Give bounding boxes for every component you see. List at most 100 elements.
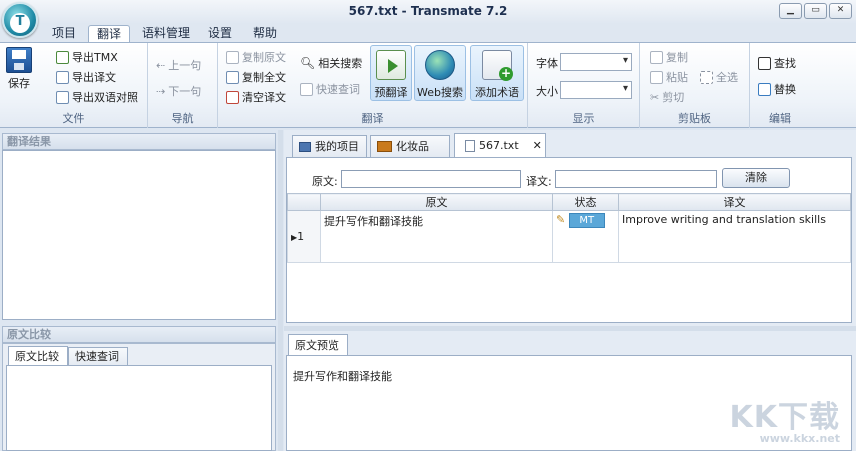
vertical-splitter[interactable]: [278, 130, 283, 451]
group-label-translate: 翻译: [361, 112, 384, 125]
document-icon: [465, 139, 475, 152]
window-title: 567.txt - Transmate 7.2: [348, 4, 508, 18]
table-row[interactable]: ▶1 提升写作和翻译技能 ✎ MT Improve writing and tr…: [287, 210, 851, 263]
group-label-file: 文件: [62, 112, 85, 125]
group-nav: ⇠ 上一句 ⇢ 下一句 导航: [148, 43, 218, 128]
copy-source-icon: [226, 50, 239, 64]
maximize-button[interactable]: ▭: [804, 3, 827, 19]
group-edit: 查找 替换 编辑: [750, 43, 810, 128]
group-label-clipboard: 剪贴板: [678, 112, 711, 125]
folder-icon: [377, 141, 392, 152]
close-tab-icon[interactable]: ✕: [533, 136, 542, 156]
group-display: 字体 大小 显示: [528, 43, 640, 128]
select-all-button[interactable]: 全选: [700, 69, 738, 85]
next-sentence-button[interactable]: ⇢ 下一句: [156, 83, 201, 99]
size-label: 大小: [536, 85, 558, 98]
menu-settings[interactable]: 设置: [200, 25, 240, 43]
scissors-icon: ✂: [650, 90, 660, 104]
save-button[interactable]: 保存: [6, 47, 32, 91]
folder-home-icon: [299, 141, 311, 152]
menu-project[interactable]: 项目: [44, 25, 84, 43]
copy-icon: [650, 50, 663, 64]
menu-corpus[interactable]: 语料管理: [134, 25, 198, 43]
prev-sentence-button[interactable]: ⇠ 上一句: [156, 57, 201, 73]
pre-translate-icon: [376, 50, 406, 80]
tab-567-txt[interactable]: 567.txt ✕: [454, 133, 546, 157]
group-clipboard: 复制 粘贴 全选 ✂ 剪切 剪贴板: [640, 43, 750, 128]
arrow-left-icon: ⇠: [156, 58, 166, 72]
menu-bar: 项目 翻译 语料管理 设置 帮助: [0, 24, 856, 43]
paste-icon: [650, 70, 663, 84]
copy-source-button[interactable]: 复制原文: [226, 49, 286, 65]
group-file: 保存 导出TMX 导出译文 导出双语对照 文件: [0, 43, 148, 128]
table-header-row: 原文 状态 译文: [287, 193, 851, 211]
replace-icon: [758, 82, 771, 96]
minimize-button[interactable]: ▁: [779, 3, 802, 19]
translation-results-header: 翻译结果: [2, 133, 276, 150]
tab-quick-lookup[interactable]: 快速查词: [68, 347, 128, 366]
header-target[interactable]: 译文: [618, 193, 851, 211]
close-button[interactable]: ✕: [829, 3, 852, 19]
size-select[interactable]: [560, 81, 632, 99]
paste-button[interactable]: 粘贴: [650, 69, 688, 85]
font-label: 字体: [536, 57, 558, 70]
status-badge: MT: [568, 213, 605, 228]
tab-my-projects[interactable]: 我的项目: [292, 135, 367, 157]
clear-translation-icon: [226, 90, 239, 104]
find-button[interactable]: 查找: [758, 55, 796, 71]
target-filter-input[interactable]: [555, 170, 717, 188]
export-tmx-button[interactable]: 导出TMX: [56, 49, 118, 65]
row-number-header: [287, 193, 321, 211]
copy-all-button[interactable]: 复制全文: [226, 69, 286, 85]
group-label-nav: 导航: [171, 112, 194, 125]
replace-button[interactable]: 替换: [758, 81, 796, 97]
source-filter-label: 原文:: [312, 175, 338, 188]
tab-source-compare[interactable]: 原文比较: [8, 346, 68, 366]
save-icon: [6, 47, 32, 73]
related-search-button[interactable]: 🔍︎ 相关搜索: [300, 55, 362, 71]
menu-help[interactable]: 帮助: [245, 25, 285, 43]
translation-results-panel: [2, 150, 276, 320]
export-bilingual-icon: [56, 90, 69, 104]
clear-filter-button[interactable]: 清除: [722, 168, 790, 188]
window-controls: ▁ ▭ ✕: [779, 3, 852, 19]
add-term-button[interactable]: + 添加术语: [470, 45, 524, 101]
source-compare-header: 原文比较: [2, 326, 276, 343]
ribbon: 保存 导出TMX 导出译文 导出双语对照 文件 ⇠ 上一句 ⇢ 下一句 导航 复制原…: [0, 42, 856, 128]
export-translation-button[interactable]: 导出译文: [56, 69, 116, 85]
pre-translate-button[interactable]: 预翻译: [370, 45, 412, 101]
group-label-edit: 编辑: [769, 112, 791, 125]
export-bilingual-button[interactable]: 导出双语对照: [56, 89, 138, 105]
font-select[interactable]: [560, 53, 632, 71]
source-cell[interactable]: 提升写作和翻译技能: [320, 210, 553, 263]
quick-lookup-button[interactable]: 快速查词: [300, 81, 360, 97]
app-logo-icon[interactable]: T: [2, 2, 38, 38]
export-tmx-icon: [56, 50, 69, 64]
select-all-icon: [700, 70, 713, 84]
copy-all-icon: [226, 70, 239, 84]
arrow-right-icon: ⇢: [156, 84, 166, 98]
target-filter-label: 译文:: [526, 175, 552, 188]
tab-cosmetics[interactable]: 化妆品: [370, 135, 450, 157]
binoculars-icon: [758, 56, 771, 70]
menu-translate[interactable]: 翻译: [88, 25, 131, 43]
group-translate: 复制原文 复制全文 清空译文 🔍︎ 相关搜索 快速查词 预翻译 Web搜索 + 添…: [218, 43, 528, 128]
header-source[interactable]: 原文: [320, 193, 553, 211]
edit-pencil-icon: ✎: [556, 213, 566, 226]
title-bar: 567.txt - Transmate 7.2 ▁ ▭ ✕: [0, 0, 856, 24]
header-status[interactable]: 状态: [552, 193, 619, 211]
copy-button[interactable]: 复制: [650, 49, 688, 65]
web-search-button[interactable]: Web搜索: [414, 45, 466, 101]
quick-lookup-icon: [300, 82, 313, 96]
tab-source-preview[interactable]: 原文预览: [288, 334, 348, 356]
row-number-cell: ▶1: [287, 210, 321, 263]
source-compare-content: [6, 365, 272, 451]
target-cell[interactable]: Improve writing and translation skills: [618, 210, 851, 263]
watermark: KK下载 www.kkx.net: [729, 400, 841, 445]
cut-button[interactable]: ✂ 剪切: [650, 89, 684, 105]
preview-text: 提升写作和翻译技能: [293, 370, 392, 383]
clear-translation-button[interactable]: 清空译文: [226, 89, 286, 105]
source-filter-input[interactable]: [341, 170, 521, 188]
status-cell: ✎ MT: [552, 210, 619, 263]
group-label-display: 显示: [572, 112, 595, 125]
